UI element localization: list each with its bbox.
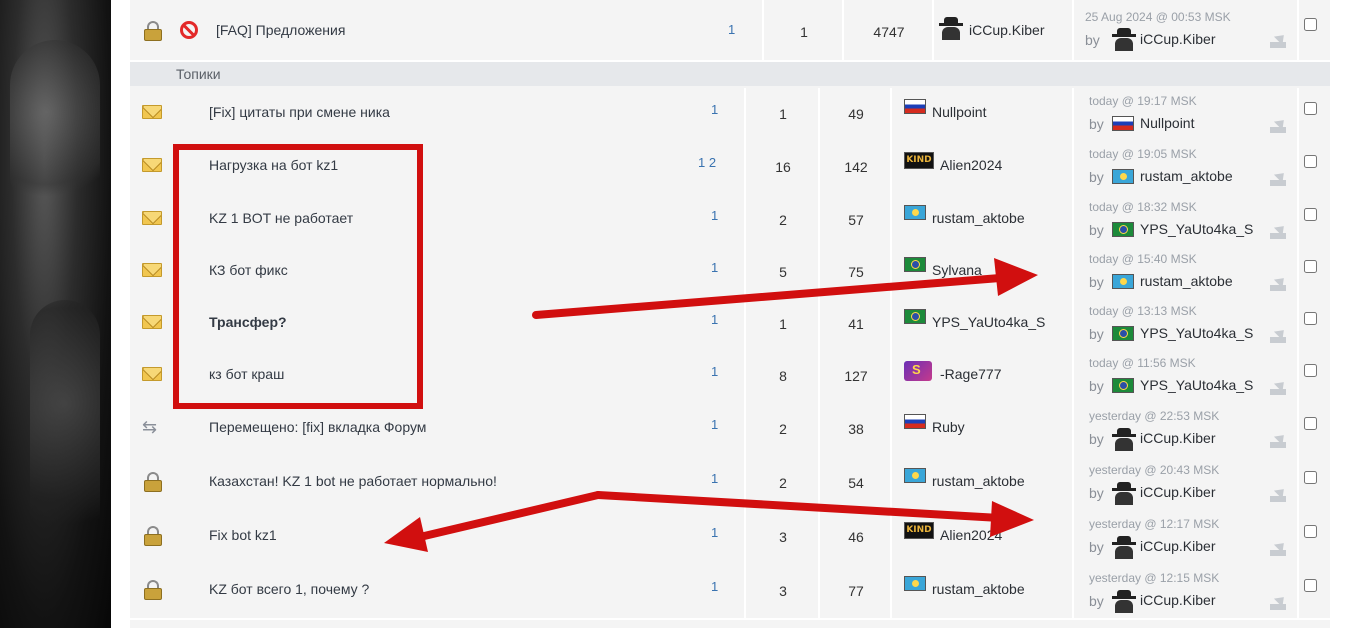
annotation-layer	[173, 144, 1038, 552]
annotation-arrow-right-upper	[532, 258, 1038, 319]
highlight-box	[173, 144, 423, 409]
annotation-arrow-right-lower	[594, 491, 1034, 537]
annotation-arrow-left	[384, 491, 602, 552]
